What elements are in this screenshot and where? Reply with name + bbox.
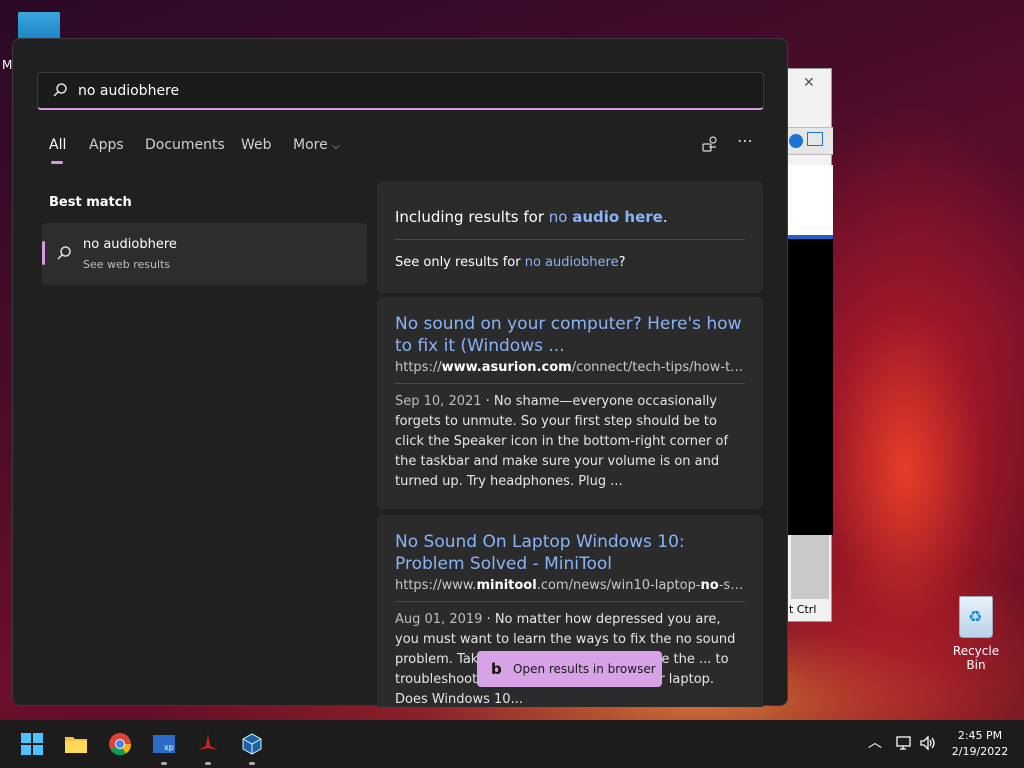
chevron-down-icon: ⌵ — [332, 141, 340, 152]
account-switch-icon[interactable] — [701, 135, 719, 153]
tab-more[interactable]: More ⌵ — [293, 137, 340, 153]
search-panel: All Apps Documents Web More ⌵ ⋯ Best mat… — [12, 38, 788, 707]
url-part: https://www. — [395, 578, 477, 593]
result-title-link[interactable]: No sound on your computer? Here's how to… — [395, 313, 750, 357]
corrected-bold: audio here — [572, 208, 663, 226]
chrome-icon[interactable] — [108, 732, 132, 756]
best-match-title: no audiobhere — [83, 237, 177, 252]
tab-apps[interactable]: Apps — [89, 137, 124, 153]
including-results-line: Including results for no audio here. — [395, 208, 668, 226]
desktop-icon-label: M — [2, 58, 13, 72]
url-domain: minitool — [476, 578, 537, 593]
including-suffix: . — [662, 208, 668, 226]
spell-correction-card: Including results for no audio here. See… — [377, 181, 763, 293]
divider — [395, 383, 745, 384]
window-toolbar — [787, 127, 833, 155]
running-indicator — [249, 762, 255, 765]
divider — [395, 239, 745, 240]
recycle-bin[interactable]: ♻ Recycle Bin — [944, 596, 1008, 672]
corrected-query-link[interactable]: no audio here — [549, 208, 663, 226]
running-indicator — [161, 762, 167, 765]
see-only-suffix: ? — [618, 255, 626, 270]
url-domain: www.asurion.com — [441, 360, 572, 375]
open-results-in-browser-button[interactable]: b Open results in browser — [477, 651, 662, 687]
tab-documents[interactable]: Documents — [145, 137, 225, 153]
best-match-subtitle: See web results — [83, 258, 171, 271]
url-path: /connect/tech-tips/how-to-f... — [571, 360, 747, 375]
taskbar: xp ︿ 2:45 PM 2/19/2022 — [0, 720, 1024, 768]
search-icon — [53, 83, 67, 97]
see-only-line: See only results for no audiobhere? — [395, 255, 626, 270]
network-icon[interactable] — [895, 734, 913, 752]
result-url: https://www.minitool.com/news/win10-lapt… — [395, 578, 747, 593]
search-input[interactable] — [78, 79, 738, 103]
recycle-bin-label: Recycle Bin — [952, 644, 1000, 672]
best-match-heading: Best match — [49, 195, 132, 210]
url-path: .com/news/win10-laptop- — [536, 578, 701, 593]
close-icon[interactable]: ✕ — [803, 75, 815, 91]
divider — [395, 601, 745, 602]
window-gray-panel — [791, 535, 829, 599]
running-indicator — [205, 762, 211, 765]
window-ctrl-text: t Ctrl — [789, 603, 817, 616]
web-result-card[interactable]: No sound on your computer? Here's how to… — [377, 297, 763, 509]
clock-date: 2/19/2022 — [951, 745, 1009, 758]
chevron-up-icon[interactable]: ︿ — [868, 732, 882, 752]
window-content-area — [787, 165, 833, 239]
toolbar-blue-icon[interactable] — [789, 134, 803, 148]
result-date: Aug 01, 2019 — [395, 612, 483, 627]
url-keyword: no — [700, 578, 719, 593]
window-video-area — [787, 239, 833, 535]
including-prefix: Including results for — [395, 208, 549, 226]
original-query-link[interactable]: no audiobhere — [525, 255, 619, 270]
bing-icon: b — [491, 660, 502, 678]
url-path-end: -sou... — [718, 578, 747, 593]
best-match-item[interactable]: no audiobhere See web results — [42, 223, 367, 285]
see-only-prefix: See only results for — [395, 255, 525, 270]
result-title-link[interactable]: No Sound On Laptop Windows 10: Problem S… — [395, 531, 750, 575]
file-explorer-icon[interactable] — [64, 732, 88, 756]
virtualbox-icon[interactable] — [240, 732, 264, 756]
virtual-pc-xp-icon[interactable]: xp — [152, 732, 176, 756]
background-window[interactable]: ✕ t Ctrl — [786, 68, 833, 622]
corrected-plain: no — [548, 208, 573, 226]
results-column: Including results for no audio here. See… — [377, 181, 763, 707]
open-results-label: Open results in browser — [513, 662, 656, 676]
app-red-icon[interactable] — [196, 732, 220, 756]
selection-accent — [42, 241, 45, 265]
recycle-bin-icon: ♻ — [959, 596, 993, 638]
search-icon — [57, 246, 71, 260]
tab-all[interactable]: All — [49, 137, 66, 164]
url-part: https:// — [395, 360, 442, 375]
search-box[interactable] — [37, 72, 764, 110]
result-url: https://www.asurion.com/connect/tech-tip… — [395, 360, 747, 375]
windows-start-icon[interactable] — [20, 732, 44, 756]
tab-more-label: More — [293, 137, 328, 153]
clock-time: 2:45 PM — [957, 729, 1003, 742]
volume-icon[interactable] — [919, 734, 937, 752]
svg-text:xp: xp — [164, 743, 174, 752]
cast-icon[interactable] — [807, 132, 823, 146]
more-options-icon[interactable]: ⋯ — [737, 131, 753, 150]
clock[interactable]: 2:45 PM 2/19/2022 — [944, 728, 1016, 760]
result-date: Sep 10, 2021 — [395, 394, 482, 409]
result-snippet: Sep 10, 2021 · No shame—everyone occasio… — [395, 392, 747, 492]
tab-web[interactable]: Web — [241, 137, 272, 153]
